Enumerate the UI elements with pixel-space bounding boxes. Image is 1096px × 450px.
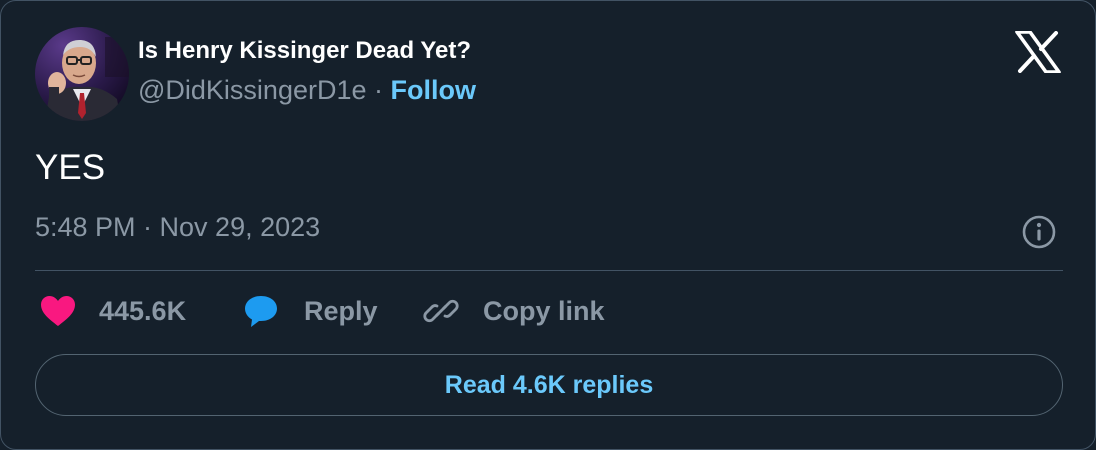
link-icon <box>423 299 459 323</box>
user-handle[interactable]: @DidKissingerD1e <box>138 75 367 105</box>
divider <box>35 270 1063 271</box>
like-count: 445.6K <box>99 295 187 326</box>
read-replies-button[interactable]: Read 4.6K replies <box>35 354 1063 416</box>
like-button[interactable]: 445.6K <box>39 289 186 333</box>
heart-icon <box>41 296 75 326</box>
tweet-timestamp[interactable]: 5:48 PM · Nov 29, 2023 <box>35 212 320 243</box>
info-icon[interactable] <box>1021 214 1057 250</box>
tweet-text: YES <box>35 148 106 187</box>
handle-row: @DidKissingerD1e · Follow <box>138 75 476 106</box>
copy-link-button[interactable]: Copy link <box>423 289 605 333</box>
x-logo-icon[interactable] <box>1015 30 1061 74</box>
speech-bubble-icon <box>245 296 277 327</box>
follow-link[interactable]: Follow <box>391 75 476 105</box>
reply-label: Reply <box>304 295 378 326</box>
avatar[interactable] <box>35 27 129 121</box>
read-replies-label: Read 4.6K replies <box>444 370 654 399</box>
copy-link-label: Copy link <box>483 295 605 326</box>
display-name[interactable]: Is Henry Kissinger Dead Yet? <box>138 37 471 65</box>
reply-button[interactable]: Reply <box>242 289 378 333</box>
separator-dot: · <box>374 75 391 105</box>
tweet-embed-card: Is Henry Kissinger Dead Yet? @DidKissing… <box>0 0 1096 450</box>
